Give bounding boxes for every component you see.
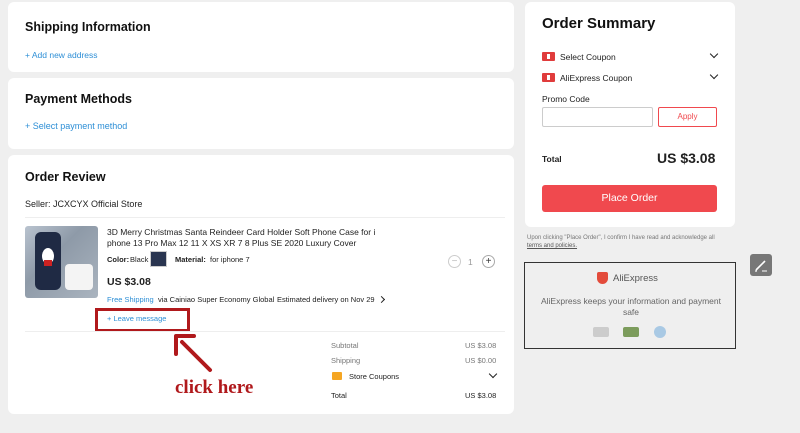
product-image[interactable] [25, 226, 98, 298]
place-order-button[interactable]: Place Order [542, 185, 717, 212]
shipping-title: Shipping Information [25, 20, 151, 34]
summary-total-label: Total [542, 154, 562, 164]
color-thumbnail [150, 251, 167, 267]
promo-code-label: Promo Code [542, 94, 590, 104]
annotation-arrow-icon [174, 334, 212, 372]
aliexpress-coupon-icon [542, 73, 555, 82]
add-address-link[interactable]: + Add new address [25, 50, 98, 60]
subtotal-label: Subtotal [331, 341, 359, 350]
select-coupon-icon [542, 52, 555, 61]
order-review-title: Order Review [25, 170, 106, 184]
trust-brand: AliExpress [613, 273, 658, 284]
select-payment-link[interactable]: + Select payment method [25, 121, 127, 131]
store-coupons-label[interactable]: Store Coupons [349, 372, 399, 381]
promo-code-input[interactable] [542, 107, 653, 127]
seller-name[interactable]: Seller: JCXCYX Official Store [25, 199, 142, 209]
click-here-annotation: click here [175, 377, 254, 398]
color-label: Color: [107, 255, 130, 264]
quantity-decrease-button[interactable]: − [448, 255, 461, 268]
quantity-value[interactable]: 1 [468, 257, 473, 267]
feedback-edit-button[interactable] [750, 254, 772, 276]
leave-message-link[interactable]: + Leave message [107, 314, 166, 323]
payment-title: Payment Methods [25, 92, 132, 106]
verified-badge-icon [623, 327, 639, 337]
order-summary-title: Order Summary [542, 15, 656, 32]
store-coupons-chevron-icon[interactable] [488, 369, 498, 379]
order-review-card: Order Review Seller: JCXCYX Official Sto… [8, 155, 514, 414]
seller-divider [25, 217, 505, 218]
color-value: Black [130, 255, 149, 264]
order-summary-card: Order Summary Select Coupon AliExpress C… [525, 2, 735, 227]
shipping-value: US $0.00 [465, 356, 497, 365]
shipping-card: Shipping Information + Add new address [8, 2, 514, 72]
aliexpress-shield-icon [597, 272, 608, 284]
product-title-line1[interactable]: 3D Merry Christmas Santa Reindeer Card H… [107, 227, 375, 237]
total-label: Total [331, 391, 347, 400]
trust-text-line1: AliExpress keeps your information and pa… [540, 296, 721, 306]
free-shipping-label: Free Shipping [107, 295, 154, 304]
aliexpress-coupon-chevron-icon[interactable] [709, 70, 719, 80]
trust-text-line2: safe [622, 307, 640, 317]
quantity-increase-button[interactable]: + [482, 255, 495, 268]
aliexpress-coupon-label[interactable]: AliExpress Coupon [560, 73, 632, 83]
payment-card: Payment Methods + Select payment method [8, 78, 514, 149]
summary-total-value: US $3.08 [657, 150, 716, 166]
product-divider [25, 331, 505, 332]
apply-button[interactable]: Apply [658, 107, 717, 127]
terms-disclaimer: Upon clicking "Place Order", I confirm I… [527, 235, 715, 241]
security-badge-icon [593, 327, 609, 337]
shipping-method: via Cainiao Super Economy Global [158, 295, 275, 304]
norton-badge-icon [654, 326, 666, 338]
select-coupon-chevron-icon[interactable] [709, 49, 719, 59]
total-value: US $3.08 [465, 391, 497, 400]
pencil-icon [755, 260, 767, 272]
subtotal-value: US $3.08 [465, 341, 497, 350]
product-price: US $3.08 [107, 276, 151, 288]
store-coupon-icon [332, 372, 342, 380]
terms-policies-link[interactable]: terms and policies. [527, 243, 577, 249]
select-coupon-label[interactable]: Select Coupon [560, 52, 616, 62]
delivery-chevron-icon[interactable] [377, 295, 386, 304]
trust-panel: AliExpress AliExpress keeps your informa… [524, 262, 736, 349]
product-title-line2[interactable]: phone 13 Pro Max 12 11 X XS XR 7 8 Plus … [107, 238, 356, 248]
shipping-label: Shipping [331, 356, 361, 365]
material-value: for iphone 7 [210, 255, 250, 264]
estimated-delivery[interactable]: Estimated delivery on Nov 29 [277, 295, 375, 304]
material-label: Material: [175, 255, 206, 264]
